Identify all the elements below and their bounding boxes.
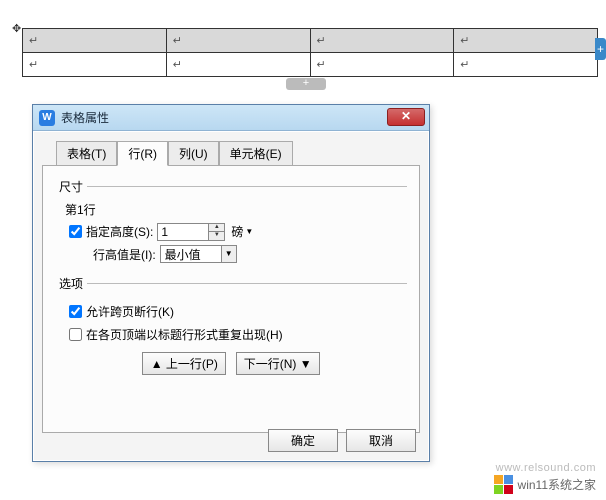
specify-height-label: 指定高度(S): bbox=[86, 223, 153, 240]
height-unit-label: 磅 bbox=[231, 223, 243, 240]
size-group: 尺寸 第1行 指定高度(S): ▲ ▼ 磅 ▼ bbox=[55, 178, 407, 271]
table-row: ↵ ↵ ↵ ↵ bbox=[23, 29, 598, 53]
tab-row[interactable]: 行(R) bbox=[117, 141, 168, 166]
ok-button[interactable]: 确定 bbox=[268, 429, 338, 452]
table-cell[interactable]: ↵ bbox=[23, 53, 167, 77]
table-cell[interactable]: ↵ bbox=[166, 29, 310, 53]
row-height-mode-value: 最小值 bbox=[161, 246, 221, 263]
dialog-titlebar[interactable]: W 表格属性 ✕ bbox=[33, 105, 429, 131]
row-indicator: 第1行 bbox=[55, 201, 407, 218]
table-move-handle-icon[interactable]: ✥ bbox=[12, 22, 21, 35]
watermark-logo-icon bbox=[494, 474, 514, 494]
app-icon: W bbox=[39, 110, 55, 126]
watermark-url: www.relsound.com bbox=[496, 462, 596, 474]
height-unit-dropdown[interactable]: 磅 ▼ bbox=[231, 223, 253, 240]
prev-row-button[interactable]: ▲ 上一行(P) bbox=[142, 352, 226, 375]
row-height-mode-dropdown[interactable]: 最小值 ▼ bbox=[160, 245, 237, 263]
add-column-button[interactable]: + bbox=[595, 38, 606, 60]
next-row-button[interactable]: 下一行(N) ▼ bbox=[236, 352, 320, 375]
table-cell[interactable]: ↵ bbox=[310, 29, 454, 53]
chevron-down-icon: ▼ bbox=[221, 246, 236, 262]
allow-break-label: 允许跨页断行(K) bbox=[86, 303, 174, 320]
table-cell[interactable]: ↵ bbox=[310, 53, 454, 77]
table-properties-dialog: W 表格属性 ✕ 表格(T) 行(R) 列(U) 单元格(E) 尺寸 第1行 指… bbox=[32, 104, 430, 462]
tab-table[interactable]: 表格(T) bbox=[56, 141, 117, 166]
size-legend: 尺寸 bbox=[55, 178, 87, 195]
cancel-button[interactable]: 取消 bbox=[346, 429, 416, 452]
options-group: 选项 允许跨页断行(K) 在各页顶端以标题行形式重复出现(H) ▲ 上一行(P)… bbox=[55, 275, 407, 379]
tab-column[interactable]: 列(U) bbox=[168, 141, 219, 166]
watermark-text: win11系统之家 bbox=[518, 476, 596, 493]
spinner-up-icon[interactable]: ▲ bbox=[209, 224, 224, 233]
height-input[interactable] bbox=[158, 224, 208, 240]
close-button[interactable]: ✕ bbox=[387, 108, 425, 126]
add-row-button[interactable]: + bbox=[286, 78, 326, 90]
document-table[interactable]: ↵ ↵ ↵ ↵ ↵ ↵ ↵ ↵ bbox=[22, 28, 598, 77]
repeat-header-label: 在各页顶端以标题行形式重复出现(H) bbox=[86, 326, 283, 343]
tab-cell[interactable]: 单元格(E) bbox=[219, 141, 293, 166]
height-spinner[interactable]: ▲ ▼ bbox=[157, 223, 225, 241]
table-cell[interactable]: ↵ bbox=[454, 29, 598, 53]
dialog-title: 表格属性 bbox=[61, 109, 109, 126]
spinner-down-icon[interactable]: ▼ bbox=[209, 232, 224, 240]
allow-break-checkbox[interactable] bbox=[69, 305, 82, 318]
specify-height-checkbox[interactable] bbox=[69, 225, 82, 238]
tab-strip: 表格(T) 行(R) 列(U) 单元格(E) bbox=[56, 140, 420, 165]
chevron-down-icon: ▼ bbox=[245, 227, 253, 236]
table-cell[interactable]: ↵ bbox=[23, 29, 167, 53]
watermark-brand: win11系统之家 bbox=[494, 474, 596, 494]
row-height-is-label: 行高值是(I): bbox=[93, 246, 156, 263]
table-cell[interactable]: ↵ bbox=[454, 53, 598, 77]
dialog-footer: 确定 取消 bbox=[268, 429, 416, 452]
tab-panel-row: 尺寸 第1行 指定高度(S): ▲ ▼ 磅 ▼ bbox=[42, 165, 420, 433]
table-cell[interactable]: ↵ bbox=[166, 53, 310, 77]
table-row: ↵ ↵ ↵ ↵ bbox=[23, 53, 598, 77]
options-legend: 选项 bbox=[55, 275, 87, 292]
repeat-header-checkbox[interactable] bbox=[69, 328, 82, 341]
